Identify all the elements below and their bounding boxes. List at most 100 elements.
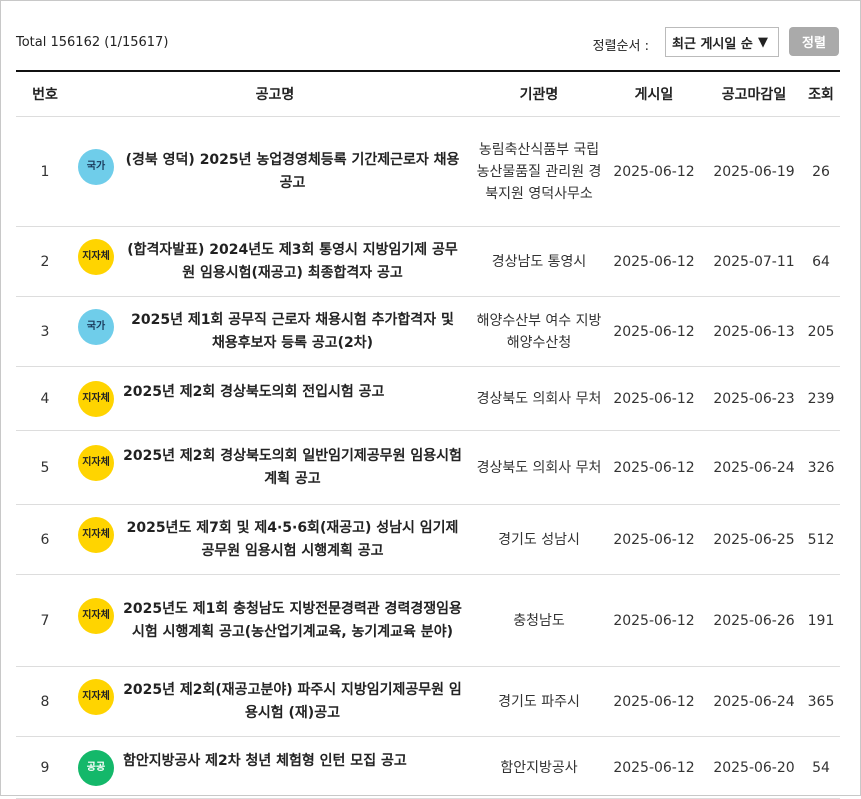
row-number: 2 [16,226,74,297]
chevron-down-icon: ▼ [758,34,768,50]
list-toolbar: Total 156162 (1/15617) 정렬순서 : 최근 게시일 순 ▼… [16,27,839,61]
row-title-wrap: 지자체 2025년도 제1회 충청남도 지방전문경력관 경력경쟁임용시험 시행계획… [74,597,476,644]
table-row[interactable]: 5 지자체 2025년 제2회 경상북도의회 일반임기제공무원 임용시험 계획 공고… [16,430,840,505]
row-views: 26 [802,116,840,227]
announcement-title-link[interactable]: 2025년도 제7회 및 제4·5·6회(재공고) 성남시 임기제공무원 임용시… [123,517,462,563]
row-number: 4 [16,366,74,431]
table-row[interactable]: 6 지자체 2025년도 제7회 및 제4·5·6회(재공고) 성남시 임기제공무원… [16,504,840,575]
row-title-cell: 공공 함안지방공사 제2차 청년 체험형 인턴 모집 공고 [74,736,476,799]
row-organization: 충청남도 [476,574,602,667]
sort-order-value: 최근 게시일 순 [672,36,753,52]
announcement-title-link[interactable]: (경북 영덕) 2025년 농업경영체등록 기간제근로자 채용 공고 [123,149,462,195]
row-organization: 농림축산식품부 국립농산물품질 관리원 경북지원 영덕사무소 [476,116,602,227]
table-row[interactable]: 2 지자체 (합격자발표) 2024년도 제3회 통영시 지방임기제 공무원 임용시… [16,226,840,297]
row-posted-date: 2025-06-12 [602,736,706,799]
agency-type-badge: 지자체 [78,380,114,417]
row-title-cell: 국가 (경북 영덕) 2025년 농업경영체등록 기간제근로자 채용 공고 [74,116,476,227]
row-posted-date: 2025-06-12 [602,116,706,227]
row-posted-date: 2025-06-12 [602,366,706,431]
row-views: 191 [802,574,840,667]
row-posted-date: 2025-06-12 [602,504,706,575]
row-views: 512 [802,504,840,575]
announcement-title-link[interactable]: 2025년도 제1회 충청남도 지방전문경력관 경력경쟁임용시험 시행계획 공고… [123,598,462,644]
agency-type-badge: 국가 [78,308,114,345]
row-title-cell: 지자체 2025년도 제1회 충청남도 지방전문경력관 경력경쟁임용시험 시행계획… [74,574,476,667]
row-title-cell: 지자체 (합격자발표) 2024년도 제3회 통영시 지방임기제 공무원 임용시험… [74,226,476,297]
row-organization: 경기도 파주시 [476,666,602,737]
table-row[interactable]: 4 지자체 2025년 제2회 경상북도의회 전입시험 공고 경상북도 의회사 무처 2… [16,366,840,431]
row-title-cell: 지자체 2025년 제2회(재공고분야) 파주시 지방임기제공무원 임용시험 (재… [74,666,476,737]
row-organization: 경상북도 의회사 무처 [476,430,602,505]
row-title-wrap: 지자체 (합격자발표) 2024년도 제3회 통영시 지방임기제 공무원 임용시험… [74,238,476,285]
row-title-wrap: 국가 (경북 영덕) 2025년 농업경영체등록 기간제근로자 채용 공고 [74,148,476,195]
row-posted-date: 2025-06-12 [602,226,706,297]
announcement-title-link[interactable]: (합격자발표) 2024년도 제3회 통영시 지방임기제 공무원 임용시험(재공… [123,239,462,285]
row-number: 3 [16,296,74,367]
total-count: Total 156162 (1/15617) [16,35,169,50]
announcement-list-panel: Total 156162 (1/15617) 정렬순서 : 최근 게시일 순 ▼… [0,0,861,799]
table-row[interactable]: 8 지자체 2025년 제2회(재공고분야) 파주시 지방임기제공무원 임용시험 (… [16,666,840,737]
table-header-row: 번호 공고명 기관명 게시일 공고마감일 조회 [16,71,840,117]
row-number: 9 [16,736,74,799]
row-deadline: 2025-06-20 [706,736,802,799]
row-views: 64 [802,226,840,297]
table-row[interactable]: 7 지자체 2025년도 제1회 충청남도 지방전문경력관 경력경쟁임용시험 시행계… [16,574,840,667]
row-title-cell: 국가 2025년 제1회 공무직 근로자 채용시험 추가합격자 및 채용후보자 등… [74,296,476,367]
header-deadline: 공고마감일 [706,71,802,117]
row-organization: 경기도 성남시 [476,504,602,575]
row-views: 54 [802,736,840,799]
row-deadline: 2025-06-19 [706,116,802,227]
announcement-table: 번호 공고명 기관명 게시일 공고마감일 조회 1 국가 (경북 영덕) 2025년… [16,70,840,799]
row-title-cell: 지자체 2025년 제2회 경상북도의회 전입시험 공고 [74,366,476,431]
row-deadline: 2025-06-23 [706,366,802,431]
row-title-wrap: 지자체 2025년 제2회 경상북도의회 일반임기제공무원 임용시험 계획 공고 [74,444,476,491]
row-deadline: 2025-06-24 [706,430,802,505]
row-views: 239 [802,366,840,431]
header-no: 번호 [16,71,74,117]
header-views: 조회 [802,71,840,117]
table-row[interactable]: 9 공공 함안지방공사 제2차 청년 체험형 인턴 모집 공고 함안지방공사 2025-… [16,736,840,799]
agency-type-badge: 국가 [78,148,114,185]
row-organization: 해양수산부 여수 지방해양수산청 [476,296,602,367]
announcement-title-link[interactable]: 2025년 제2회 경상북도의회 일반임기제공무원 임용시험 계획 공고 [123,445,462,491]
row-deadline: 2025-06-24 [706,666,802,737]
announcement-title-link[interactable]: 함안지방공사 제2차 청년 체험형 인턴 모집 공고 [123,750,407,773]
header-org: 기관명 [476,71,602,117]
row-title-wrap: 지자체 2025년도 제7회 및 제4·5·6회(재공고) 성남시 임기제공무원 … [74,516,476,563]
agency-type-badge: 지자체 [78,597,114,634]
row-posted-date: 2025-06-12 [602,430,706,505]
row-views: 326 [802,430,840,505]
row-posted-date: 2025-06-12 [602,574,706,667]
row-title-wrap: 공공 함안지방공사 제2차 청년 체험형 인턴 모집 공고 [74,749,476,786]
row-deadline: 2025-06-13 [706,296,802,367]
row-posted-date: 2025-06-12 [602,666,706,737]
announcement-title-link[interactable]: 2025년 제1회 공무직 근로자 채용시험 추가합격자 및 채용후보자 등록 … [123,309,462,355]
row-views: 365 [802,666,840,737]
row-number: 6 [16,504,74,575]
sort-button[interactable]: 정렬 [789,27,839,56]
agency-type-badge: 공공 [78,749,114,786]
sort-order-select[interactable]: 최근 게시일 순 ▼ [665,27,779,57]
row-views: 205 [802,296,840,367]
row-deadline: 2025-07-11 [706,226,802,297]
agency-type-badge: 지자체 [78,678,114,715]
row-title-wrap: 지자체 2025년 제2회(재공고분야) 파주시 지방임기제공무원 임용시험 (재… [74,678,476,725]
row-title-cell: 지자체 2025년도 제7회 및 제4·5·6회(재공고) 성남시 임기제공무원 … [74,504,476,575]
announcement-title-link[interactable]: 2025년 제2회(재공고분야) 파주시 지방임기제공무원 임용시험 (재)공고 [123,679,462,725]
agency-type-badge: 지자체 [78,238,114,275]
row-deadline: 2025-06-25 [706,504,802,575]
table-body: 1 국가 (경북 영덕) 2025년 농업경영체등록 기간제근로자 채용 공고 농림축… [16,116,840,799]
row-deadline: 2025-06-26 [706,574,802,667]
agency-type-badge: 지자체 [78,444,114,481]
row-title-cell: 지자체 2025년 제2회 경상북도의회 일반임기제공무원 임용시험 계획 공고 [74,430,476,505]
table-row[interactable]: 1 국가 (경북 영덕) 2025년 농업경영체등록 기간제근로자 채용 공고 농림축… [16,116,840,227]
sort-order-label: 정렬순서 : [592,39,649,54]
table-row[interactable]: 3 국가 2025년 제1회 공무직 근로자 채용시험 추가합격자 및 채용후보자 … [16,296,840,367]
row-organization: 경상북도 의회사 무처 [476,366,602,431]
agency-type-badge: 지자체 [78,516,114,553]
row-number: 5 [16,430,74,505]
row-organization: 함안지방공사 [476,736,602,799]
header-posted-date: 게시일 [602,71,706,117]
row-posted-date: 2025-06-12 [602,296,706,367]
announcement-title-link[interactable]: 2025년 제2회 경상북도의회 전입시험 공고 [123,381,384,404]
